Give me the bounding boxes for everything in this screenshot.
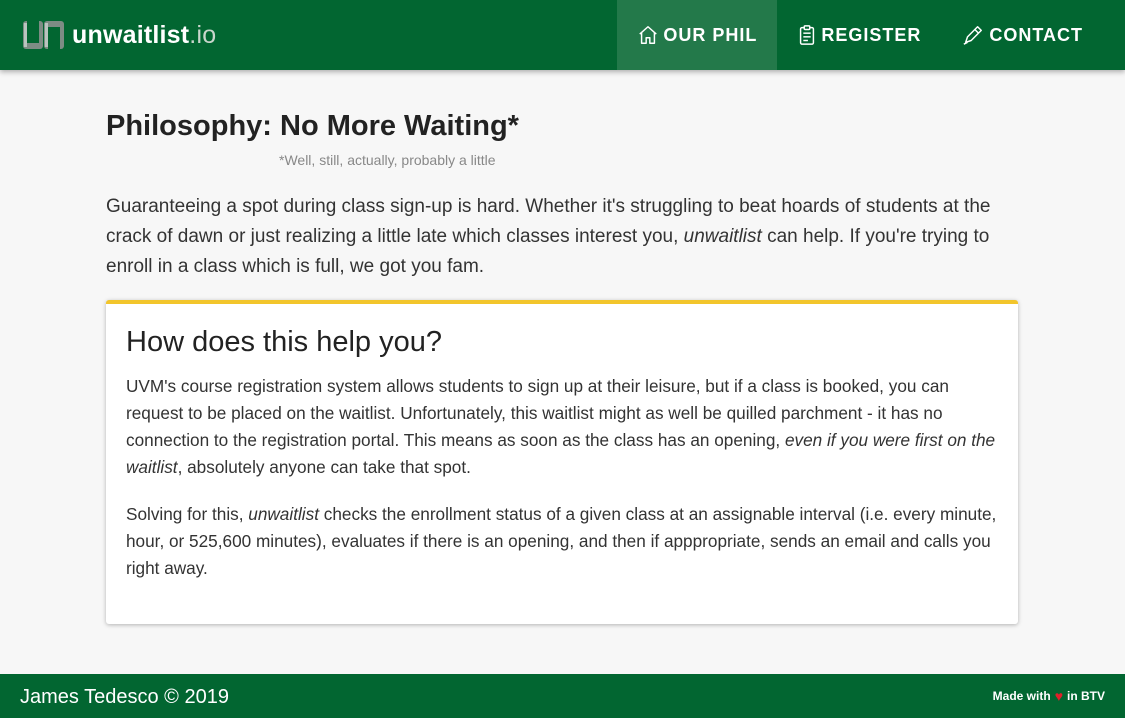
nav-menu: OUR PHIL REGISTER CONTACT	[617, 0, 1103, 70]
brand-logo-link[interactable]: unwaitlist.io	[22, 18, 216, 52]
made-with-label: Made with	[992, 689, 1051, 703]
nav-item-label: REGISTER	[821, 24, 922, 45]
nav-item-label: CONTACT	[989, 24, 1083, 45]
nav-item-register[interactable]: REGISTER	[777, 0, 941, 70]
logo-icon	[22, 19, 66, 51]
nav-item-label: OUR PHIL	[663, 24, 758, 45]
brand-name: unwaitlist.io	[72, 20, 217, 49]
clipboard-icon	[800, 25, 815, 45]
footer: James Tedesco © 2019 Made with ♥ in BTV	[0, 674, 1125, 718]
top-navbar: unwaitlist.io OUR PHIL REGISTER CONTACT	[0, 0, 1125, 70]
footer-copyright: James Tedesco © 2019	[20, 686, 229, 708]
nav-item-contact[interactable]: CONTACT	[941, 0, 1103, 70]
card-paragraph-solution: Solving for this, unwaitlist checks the …	[126, 504, 997, 578]
card-title: How does this help you?	[126, 326, 442, 358]
footer-made-with: Made with ♥ in BTV	[993, 689, 1105, 703]
info-card: How does this help you? UVM's course reg…	[106, 300, 1018, 624]
location-label: in BTV	[1067, 689, 1105, 703]
pen-icon	[963, 26, 983, 45]
heart-icon: ♥	[1054, 688, 1063, 704]
intro-paragraph: Guaranteeing a spot during class sign-up…	[106, 196, 991, 277]
nav-item-our-phil[interactable]: OUR PHIL	[617, 0, 778, 70]
card-paragraph-problem: UVM's course registration system allows …	[126, 376, 996, 477]
page-title: Philosophy: No More Waiting*	[106, 110, 519, 142]
title-footnote: *Well, still, actually, probably a littl…	[279, 152, 496, 168]
home-icon	[639, 26, 658, 44]
